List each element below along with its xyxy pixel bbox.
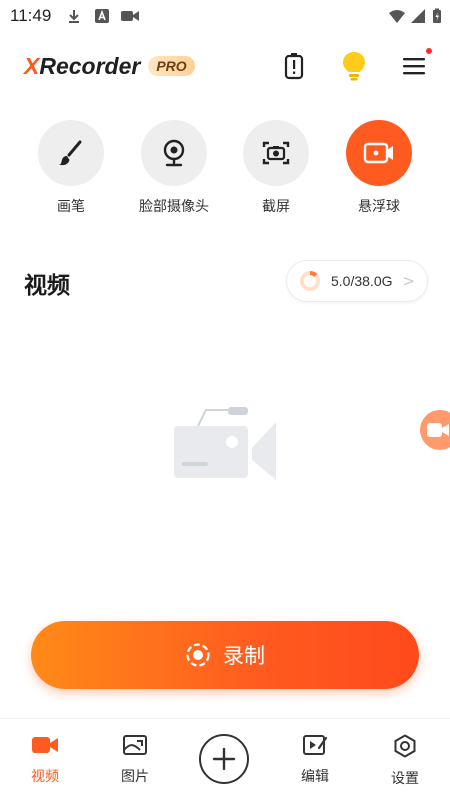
floating-ball-button[interactable] bbox=[346, 120, 412, 186]
signal-icon bbox=[411, 9, 425, 23]
menu-button[interactable] bbox=[394, 46, 434, 86]
nav-settings[interactable]: 设置 bbox=[370, 734, 440, 788]
floating-ball-icon bbox=[363, 142, 393, 164]
settings-icon bbox=[394, 734, 416, 758]
image-icon bbox=[123, 735, 147, 755]
app-logo: X Recorder PRO bbox=[24, 52, 195, 80]
tool-label: 画笔 bbox=[57, 199, 85, 215]
nav-label: 图片 bbox=[121, 769, 149, 785]
edit-icon bbox=[303, 735, 328, 755]
floating-record-ball[interactable] bbox=[420, 410, 450, 450]
webcam-icon bbox=[163, 139, 185, 167]
wifi-icon bbox=[389, 10, 405, 23]
video-icon bbox=[32, 737, 58, 753]
nav-videos[interactable]: 视频 bbox=[10, 734, 80, 786]
notification-dot bbox=[426, 48, 432, 54]
logo-x: X bbox=[24, 52, 40, 79]
nav-label: 视频 bbox=[31, 769, 59, 785]
font-a-icon bbox=[95, 9, 109, 23]
tool-brush[interactable]: 画笔 bbox=[28, 120, 114, 216]
storage-indicator[interactable]: 5.0/38.0G > bbox=[286, 260, 428, 302]
section-title: 视频 bbox=[24, 273, 70, 299]
download-icon bbox=[69, 10, 79, 23]
nav-label: 编辑 bbox=[301, 769, 329, 785]
floating-camera-icon bbox=[427, 423, 449, 437]
brush-button[interactable] bbox=[38, 120, 104, 186]
storage-text: 5.0/38.0G bbox=[331, 273, 393, 289]
tool-webcam[interactable]: 脸部摄像头 bbox=[131, 120, 217, 216]
empty-video-icon bbox=[174, 407, 276, 480]
tool-label: 脸部摄像头 bbox=[139, 199, 209, 215]
tool-label: 截屏 bbox=[262, 199, 290, 215]
webcam-button[interactable] bbox=[141, 120, 207, 186]
nav-images[interactable]: 图片 bbox=[100, 734, 170, 786]
pro-badge[interactable]: PRO bbox=[148, 56, 195, 76]
tool-label: 悬浮球 bbox=[358, 199, 400, 215]
record-label: 录制 bbox=[223, 644, 265, 668]
lightbulb-icon bbox=[343, 52, 365, 81]
tips-button[interactable] bbox=[334, 46, 374, 86]
nav-label: 设置 bbox=[391, 771, 419, 787]
nav-edit[interactable]: 编辑 bbox=[280, 734, 350, 786]
record-button[interactable]: 录制 bbox=[31, 621, 419, 689]
tool-screenshot[interactable]: 截屏 bbox=[233, 120, 319, 216]
tool-floating-ball[interactable]: 悬浮球 bbox=[336, 120, 422, 216]
battery-alert-icon bbox=[284, 53, 304, 80]
storage-ring-icon bbox=[300, 271, 320, 291]
add-icon bbox=[212, 747, 236, 771]
status-time: 11:49 bbox=[10, 6, 52, 25]
status-bar: 11:49 bbox=[0, 0, 450, 32]
recording-icon bbox=[121, 11, 139, 21]
menu-icon bbox=[403, 58, 425, 75]
screenshot-button[interactable] bbox=[243, 120, 309, 186]
battery-optimization-button[interactable] bbox=[274, 46, 314, 86]
brush-icon bbox=[59, 140, 82, 166]
battery-icon bbox=[433, 8, 441, 23]
add-button[interactable] bbox=[199, 734, 249, 784]
record-icon bbox=[186, 643, 210, 667]
logo-text: Recorder bbox=[39, 52, 141, 79]
chevron-right-icon: > bbox=[402, 272, 416, 290]
screenshot-icon bbox=[262, 141, 290, 165]
